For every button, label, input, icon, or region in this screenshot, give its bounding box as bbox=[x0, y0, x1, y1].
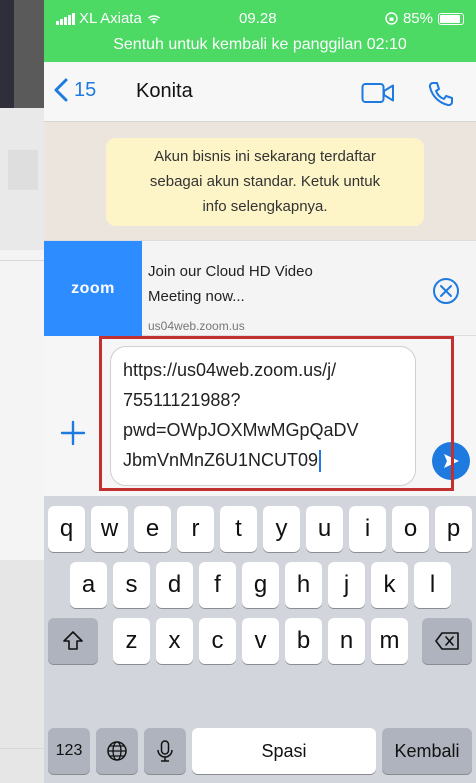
background-divider bbox=[0, 260, 44, 261]
shift-key[interactable] bbox=[48, 618, 98, 664]
key-y[interactable]: y bbox=[263, 506, 300, 552]
zoom-logo: zoom bbox=[44, 241, 142, 337]
key-s[interactable]: s bbox=[113, 562, 150, 608]
message-composer: https://us04web.zoom.us/j/ 75511121988? … bbox=[44, 336, 476, 496]
background-dark-panel bbox=[0, 0, 14, 108]
plus-icon[interactable] bbox=[60, 420, 86, 446]
battery-status: 85% bbox=[385, 10, 464, 27]
key-d[interactable]: d bbox=[156, 562, 193, 608]
key-g[interactable]: g bbox=[242, 562, 279, 608]
return-to-call-banner[interactable]: Sentuh untuk kembali ke panggilan 02:10 bbox=[44, 36, 476, 54]
clock: 09.28 bbox=[239, 10, 277, 27]
key-l[interactable]: l bbox=[414, 562, 451, 608]
key-c[interactable]: c bbox=[199, 618, 236, 664]
space-key[interactable]: Spasi bbox=[192, 728, 376, 774]
battery-icon bbox=[438, 12, 464, 25]
contact-name[interactable]: Konita bbox=[136, 80, 193, 103]
carrier-name: XL Axiata bbox=[79, 10, 142, 27]
key-p[interactable]: p bbox=[435, 506, 472, 552]
close-preview-icon[interactable] bbox=[432, 277, 460, 305]
preview-url: us04web.zoom.us bbox=[148, 319, 245, 333]
shift-icon bbox=[63, 631, 83, 650]
key-t[interactable]: t bbox=[220, 506, 257, 552]
key-h[interactable]: h bbox=[285, 562, 322, 608]
key-j[interactable]: j bbox=[328, 562, 365, 608]
message-input[interactable]: https://us04web.zoom.us/j/ 75511121988? … bbox=[110, 346, 416, 486]
key-r[interactable]: r bbox=[177, 506, 214, 552]
backspace-icon bbox=[435, 632, 459, 650]
phone-screen: XL Axiata 09.28 85% Sentuh untuk kembali… bbox=[44, 0, 476, 783]
key-v[interactable]: v bbox=[242, 618, 279, 664]
battery-percent: 85% bbox=[402, 10, 433, 27]
globe-icon bbox=[107, 741, 127, 761]
background-divider bbox=[0, 748, 44, 749]
globe-key[interactable] bbox=[96, 728, 138, 774]
chevron-left-icon bbox=[54, 78, 68, 102]
key-o[interactable]: o bbox=[392, 506, 429, 552]
message-text: https://us04web.zoom.us/j/ 75511121988? … bbox=[123, 360, 359, 470]
back-button[interactable]: 15 bbox=[54, 78, 96, 102]
key-z[interactable]: z bbox=[113, 618, 150, 664]
key-u[interactable]: u bbox=[306, 506, 343, 552]
preview-title-line: Meeting now... bbox=[148, 288, 245, 305]
chat-area[interactable]: Akun bisnis ini sekarang terdaftar sebag… bbox=[44, 122, 476, 240]
send-icon bbox=[444, 454, 459, 468]
status-bar[interactable]: XL Axiata 09.28 85% Sentuh untuk kembali… bbox=[44, 0, 476, 62]
keyboard: q w e r t y u i o p a s d f g h j k l z … bbox=[44, 496, 476, 783]
chat-header: 15 Konita bbox=[44, 62, 476, 122]
phone-call-icon[interactable] bbox=[427, 80, 455, 108]
signal-icon bbox=[56, 12, 75, 25]
send-button[interactable] bbox=[432, 442, 470, 480]
key-x[interactable]: x bbox=[156, 618, 193, 664]
key-k[interactable]: k bbox=[371, 562, 408, 608]
notice-line: info selengkapnya. bbox=[202, 198, 328, 215]
business-account-notice[interactable]: Akun bisnis ini sekarang terdaftar sebag… bbox=[106, 138, 424, 226]
key-q[interactable]: q bbox=[48, 506, 85, 552]
video-call-icon[interactable] bbox=[361, 82, 395, 104]
notice-line: sebagai akun standar. Ketuk untuk bbox=[149, 173, 381, 190]
text-cursor bbox=[319, 450, 322, 473]
key-i[interactable]: i bbox=[349, 506, 386, 552]
unread-count: 15 bbox=[74, 78, 97, 101]
return-key[interactable]: Kembali bbox=[382, 728, 472, 774]
carrier-info: XL Axiata bbox=[56, 10, 162, 27]
wifi-icon bbox=[147, 14, 160, 24]
background-left-strip bbox=[0, 0, 44, 783]
key-f[interactable]: f bbox=[199, 562, 236, 608]
key-b[interactable]: b bbox=[285, 618, 322, 664]
microphone-icon bbox=[157, 740, 173, 762]
key-a[interactable]: a bbox=[70, 562, 107, 608]
delete-key[interactable] bbox=[422, 618, 472, 664]
dictation-key[interactable] bbox=[144, 728, 186, 774]
orientation-lock-icon bbox=[385, 12, 398, 25]
numbers-key[interactable]: 123 bbox=[48, 728, 90, 774]
notice-line: Akun bisnis ini sekarang terdaftar bbox=[154, 148, 376, 165]
preview-title-line: Join our Cloud HD Video bbox=[148, 263, 313, 280]
key-n[interactable]: n bbox=[328, 618, 365, 664]
key-m[interactable]: m bbox=[371, 618, 408, 664]
background-stripe bbox=[8, 150, 38, 190]
preview-title: Join our Cloud HD Video Meeting now... bbox=[148, 259, 378, 309]
key-e[interactable]: e bbox=[134, 506, 171, 552]
key-w[interactable]: w bbox=[91, 506, 128, 552]
link-preview[interactable]: zoom Join our Cloud HD Video Meeting now… bbox=[44, 240, 476, 337]
